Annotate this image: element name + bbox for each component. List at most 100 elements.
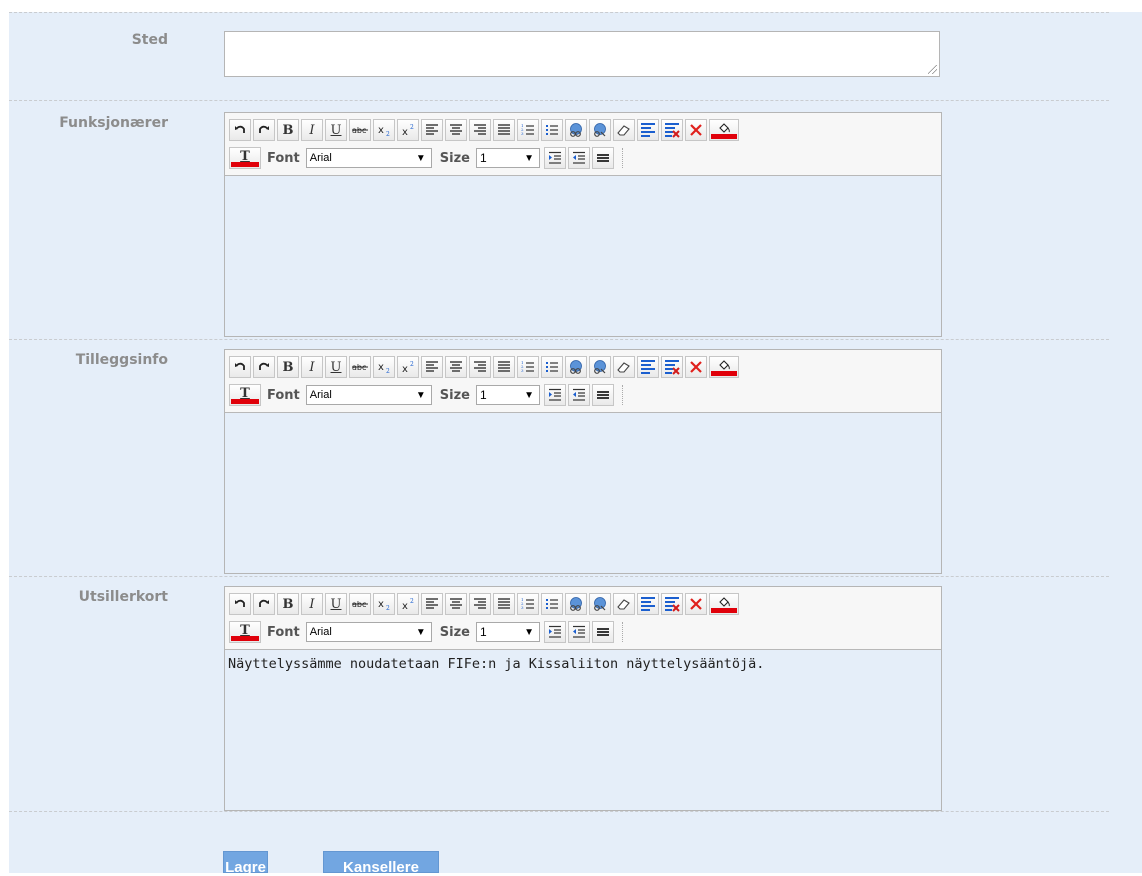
cancel-button[interactable]: Kansellere — [323, 851, 439, 876]
strikethrough-button[interactable]: abc — [349, 119, 371, 141]
indent-icon — [548, 625, 562, 639]
bold-button[interactable]: B — [277, 593, 299, 615]
text-color-swatch — [231, 399, 259, 404]
delete-button[interactable] — [685, 119, 707, 141]
delete-button[interactable] — [685, 356, 707, 378]
subscript-button[interactable]: x2 — [373, 119, 395, 141]
link-button[interactable] — [565, 593, 587, 615]
unlink-button[interactable] — [589, 593, 611, 615]
bold-button[interactable]: B — [277, 356, 299, 378]
italic-button[interactable]: I — [301, 593, 323, 615]
highlight-color-button[interactable] — [709, 119, 739, 141]
unlink-button[interactable] — [589, 119, 611, 141]
subscript-button[interactable]: x2 — [373, 593, 395, 615]
redo-button[interactable] — [253, 119, 275, 141]
superscript-button[interactable]: x2 — [397, 593, 419, 615]
editor-content[interactable]: Näyttelyssämme noudatetaan FIFe:n ja Kis… — [225, 650, 941, 810]
superscript-button[interactable]: x2 — [397, 119, 419, 141]
sted-textarea[interactable] — [224, 31, 940, 77]
format-block-button[interactable] — [637, 356, 659, 378]
outdent-button[interactable] — [567, 621, 590, 643]
unordered-list-button[interactable] — [541, 119, 563, 141]
subscript-button[interactable]: x2 — [373, 356, 395, 378]
unordered-list-icon — [545, 360, 559, 374]
resize-handle-icon[interactable] — [928, 65, 937, 74]
remove-format-button[interactable] — [661, 593, 683, 615]
font-select[interactable]: Arial ▼ — [305, 148, 432, 168]
outdent-button[interactable] — [567, 384, 590, 406]
underline-button[interactable]: U — [325, 119, 347, 141]
delete-button[interactable] — [685, 593, 707, 615]
redo-button[interactable] — [253, 356, 275, 378]
text-color-button[interactable]: T — [229, 147, 261, 169]
align-right-button[interactable] — [469, 593, 491, 615]
ordered-list-button[interactable]: 123 — [517, 593, 539, 615]
align-center-button[interactable] — [445, 593, 467, 615]
italic-button[interactable]: I — [301, 356, 323, 378]
svg-text:2: 2 — [410, 361, 414, 368]
strikethrough-button[interactable]: abc — [349, 356, 371, 378]
text-color-button[interactable]: T — [229, 621, 261, 643]
size-select[interactable]: 1 ▼ — [475, 385, 540, 405]
ordered-list-button[interactable]: 123 — [517, 356, 539, 378]
align-center-button[interactable] — [445, 356, 467, 378]
align-right-button[interactable] — [469, 356, 491, 378]
highlight-color-button[interactable] — [709, 593, 739, 615]
ordered-list-button[interactable]: 123 — [517, 119, 539, 141]
save-button[interactable]: Lagre — [223, 851, 268, 876]
font-value: Arial — [309, 389, 332, 401]
align-left-button[interactable] — [421, 356, 443, 378]
remove-format-icon — [664, 359, 680, 375]
align-center-button[interactable] — [445, 119, 467, 141]
remove-format-button[interactable] — [661, 119, 683, 141]
horizontal-rule-button[interactable] — [591, 384, 614, 406]
text-color-button[interactable]: T — [229, 384, 261, 406]
link-button[interactable] — [565, 356, 587, 378]
eraser-button[interactable] — [613, 356, 635, 378]
size-select[interactable]: 1 ▼ — [475, 148, 540, 168]
ordered-list-icon: 123 — [521, 597, 535, 611]
horizontal-rule-button[interactable] — [591, 147, 614, 169]
format-block-button[interactable] — [637, 593, 659, 615]
indent-button[interactable] — [543, 384, 566, 406]
outdent-button[interactable] — [567, 147, 590, 169]
bold-button[interactable]: B — [277, 119, 299, 141]
strikethrough-button[interactable]: abc — [349, 593, 371, 615]
align-left-icon — [425, 598, 439, 610]
horizontal-rule-button[interactable] — [591, 621, 614, 643]
underline-button[interactable]: U — [325, 356, 347, 378]
undo-button[interactable] — [229, 356, 251, 378]
size-select[interactable]: 1 ▼ — [475, 622, 540, 642]
font-select[interactable]: Arial ▼ — [305, 385, 432, 405]
indent-button[interactable] — [543, 621, 566, 643]
justify-button[interactable] — [493, 119, 515, 141]
eraser-button[interactable] — [613, 593, 635, 615]
justify-button[interactable] — [493, 593, 515, 615]
font-value: Arial — [309, 152, 332, 164]
undo-button[interactable] — [229, 593, 251, 615]
justify-button[interactable] — [493, 356, 515, 378]
align-left-button[interactable] — [421, 593, 443, 615]
font-select[interactable]: Arial ▼ — [305, 622, 432, 642]
superscript-button[interactable]: x2 — [397, 356, 419, 378]
redo-button[interactable] — [253, 593, 275, 615]
editor-content[interactable] — [225, 413, 941, 573]
format-block-button[interactable] — [637, 119, 659, 141]
chevron-down-icon: ▼ — [415, 390, 426, 401]
undo-button[interactable] — [229, 119, 251, 141]
ordered-list-icon: 123 — [521, 123, 535, 137]
unlink-button[interactable] — [589, 356, 611, 378]
indent-button[interactable] — [543, 147, 566, 169]
italic-button[interactable]: I — [301, 119, 323, 141]
underline-button[interactable]: U — [325, 593, 347, 615]
unordered-list-button[interactable] — [541, 356, 563, 378]
editor-content[interactable] — [225, 176, 941, 336]
eraser-button[interactable] — [613, 119, 635, 141]
align-right-button[interactable] — [469, 119, 491, 141]
svg-text:2: 2 — [386, 368, 390, 373]
remove-format-button[interactable] — [661, 356, 683, 378]
align-left-button[interactable] — [421, 119, 443, 141]
link-button[interactable] — [565, 119, 587, 141]
highlight-color-button[interactable] — [709, 356, 739, 378]
unordered-list-button[interactable] — [541, 593, 563, 615]
